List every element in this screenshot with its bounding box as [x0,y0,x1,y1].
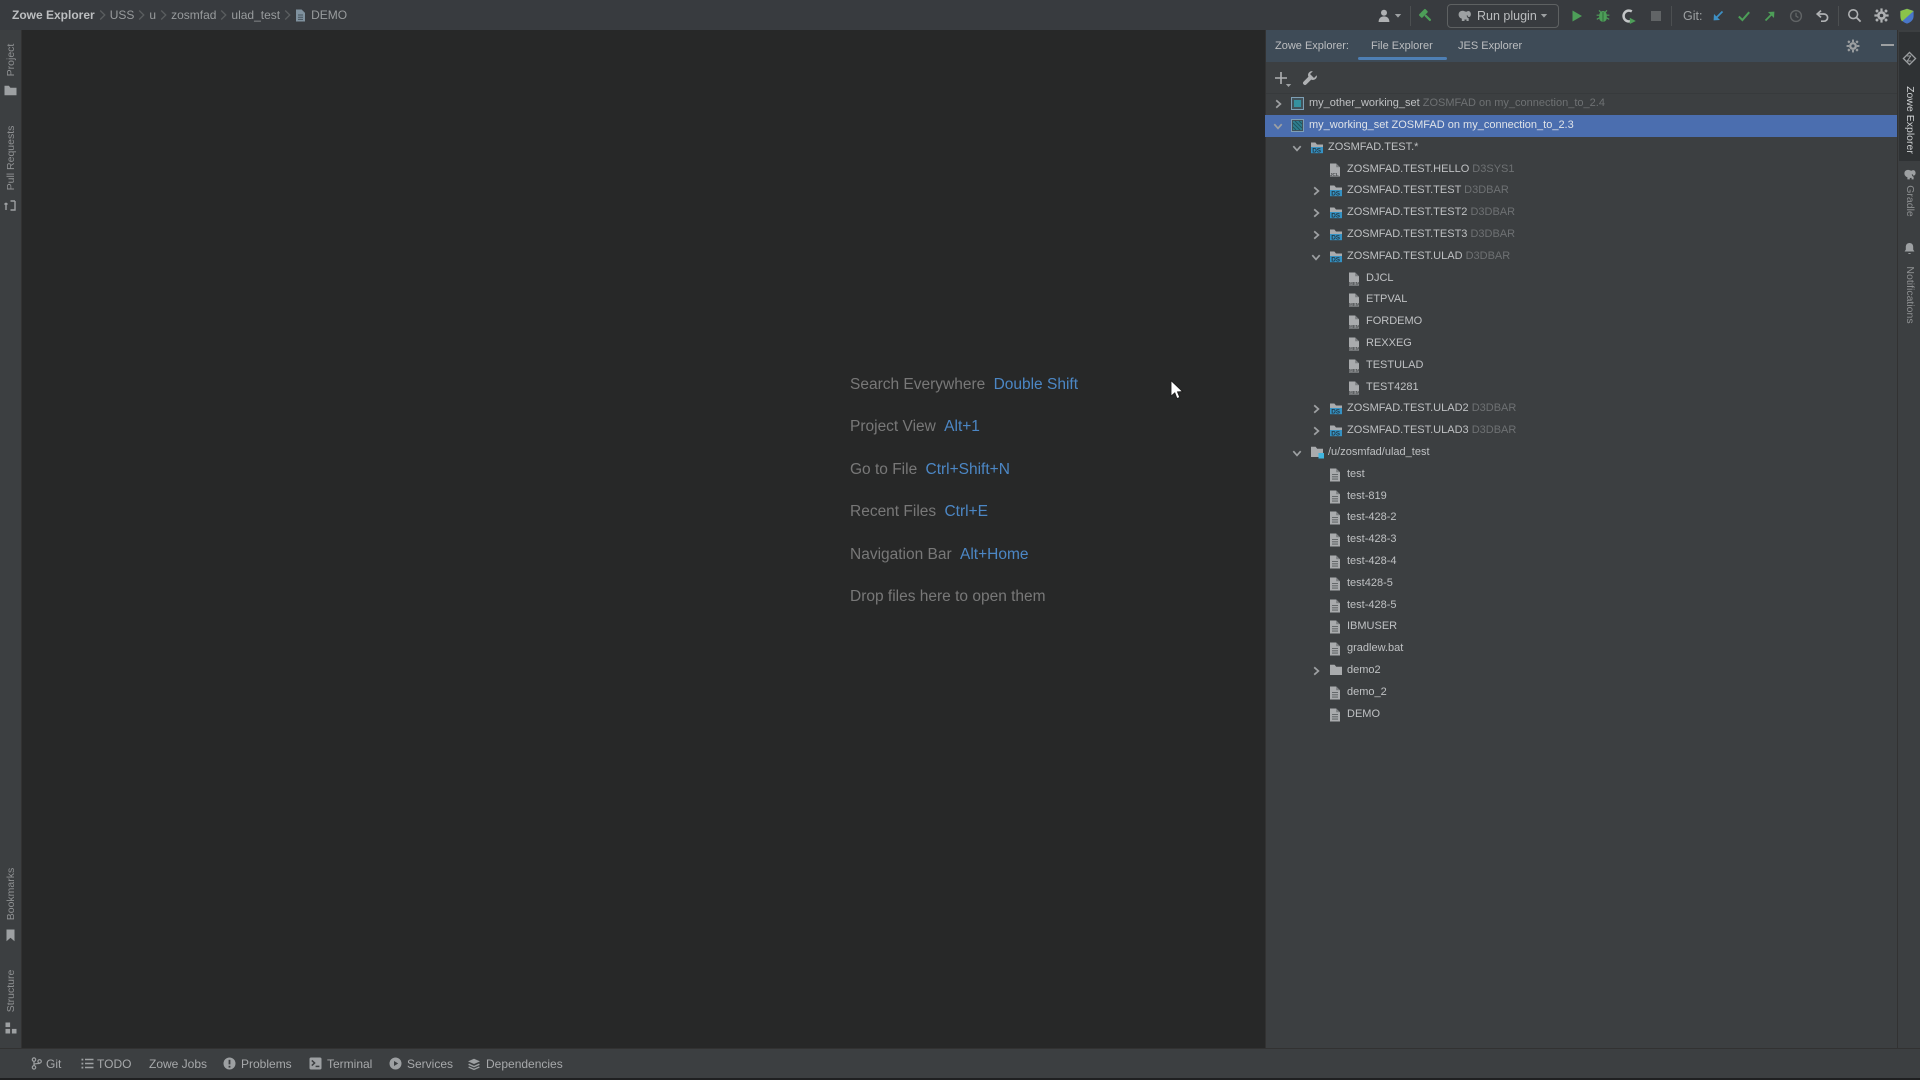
svg-text:Z: Z [1907,54,1912,63]
svg-text:MEM: MEM [1349,324,1360,329]
svg-text:DS: DS [1331,191,1341,198]
svg-text:MEM: MEM [1349,368,1360,373]
svg-text:DS: DS [1331,256,1341,263]
svg-text:MEM: MEM [1349,281,1360,286]
svg-text:MEM: MEM [1349,390,1360,395]
svg-text:DS: DS [1331,430,1341,437]
svg-text:JCL: JCL [1330,172,1339,177]
svg-text:DS: DS [1331,234,1341,241]
svg-text:MEM: MEM [1349,302,1360,307]
svg-text:MEM: MEM [1349,346,1360,351]
svg-text:DS: DS [1331,212,1341,219]
svg-text:DS: DS [1312,147,1322,154]
svg-text:DS: DS [1331,409,1341,416]
